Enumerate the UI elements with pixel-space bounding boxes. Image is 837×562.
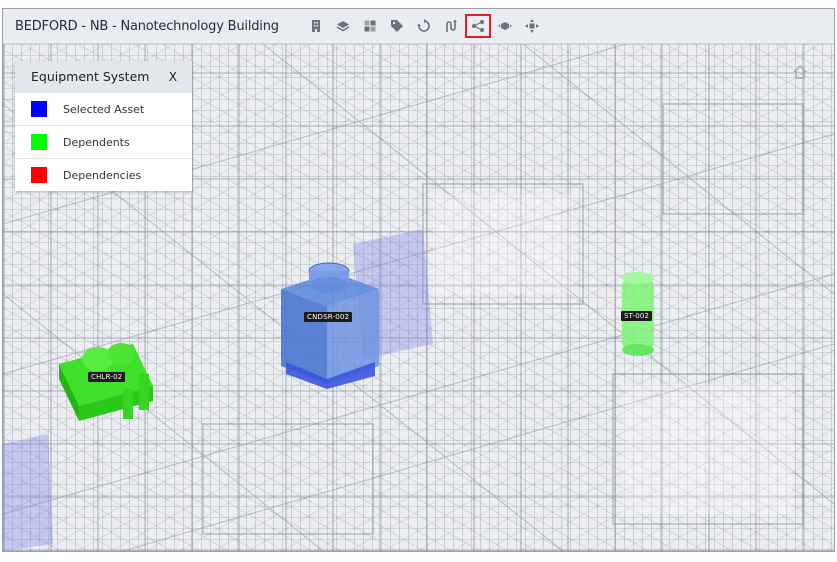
move-icon[interactable] [519,14,545,38]
building-icon[interactable] [303,14,329,38]
grid-icon[interactable] [357,14,383,38]
share-nodes-icon[interactable] [464,14,491,38]
route-icon[interactable] [438,14,464,38]
asset-tag-condenser[interactable]: CNDSR-002 [304,312,353,322]
legend-label: Dependents [63,135,130,149]
3d-model-viewport[interactable]: CNDSR-002 CHLR-02 ST-002 Equipment Syste… [3,44,834,551]
legend-title: Equipment System [31,69,150,84]
tag-icon[interactable] [384,14,410,38]
legend-item-selected-asset: Selected Asset [15,92,192,125]
legend-swatch [31,101,47,117]
legend-header: Equipment System X [15,61,192,92]
legend-panel: Equipment System X Selected Asset Depend… [15,61,192,191]
explode-icon[interactable] [492,14,518,38]
home-icon[interactable] [792,64,808,80]
legend-item-dependents: Dependents [15,125,192,158]
legend-label: Dependencies [63,168,142,182]
chiller-model[interactable] [59,343,153,421]
asset-tag-chiller[interactable]: CHLR-02 [88,372,126,382]
legend-item-dependencies: Dependencies [15,158,192,191]
asset-tag-storage-tank[interactable]: ST-002 [621,311,653,321]
tool-group [303,14,546,38]
legend-close-button[interactable]: X [169,70,177,84]
legend-swatch [31,167,47,183]
toolbar: BEDFORD - NB - Nanotechnology Building [3,9,834,44]
legend-swatch [31,134,47,150]
layers-icon[interactable] [330,14,356,38]
viewer-window: BEDFORD - NB - Nanotechnology Building C… [2,8,835,552]
rotate-icon[interactable] [411,14,437,38]
page-title: BEDFORD - NB - Nanotechnology Building [15,18,279,34]
legend-label: Selected Asset [63,102,145,116]
